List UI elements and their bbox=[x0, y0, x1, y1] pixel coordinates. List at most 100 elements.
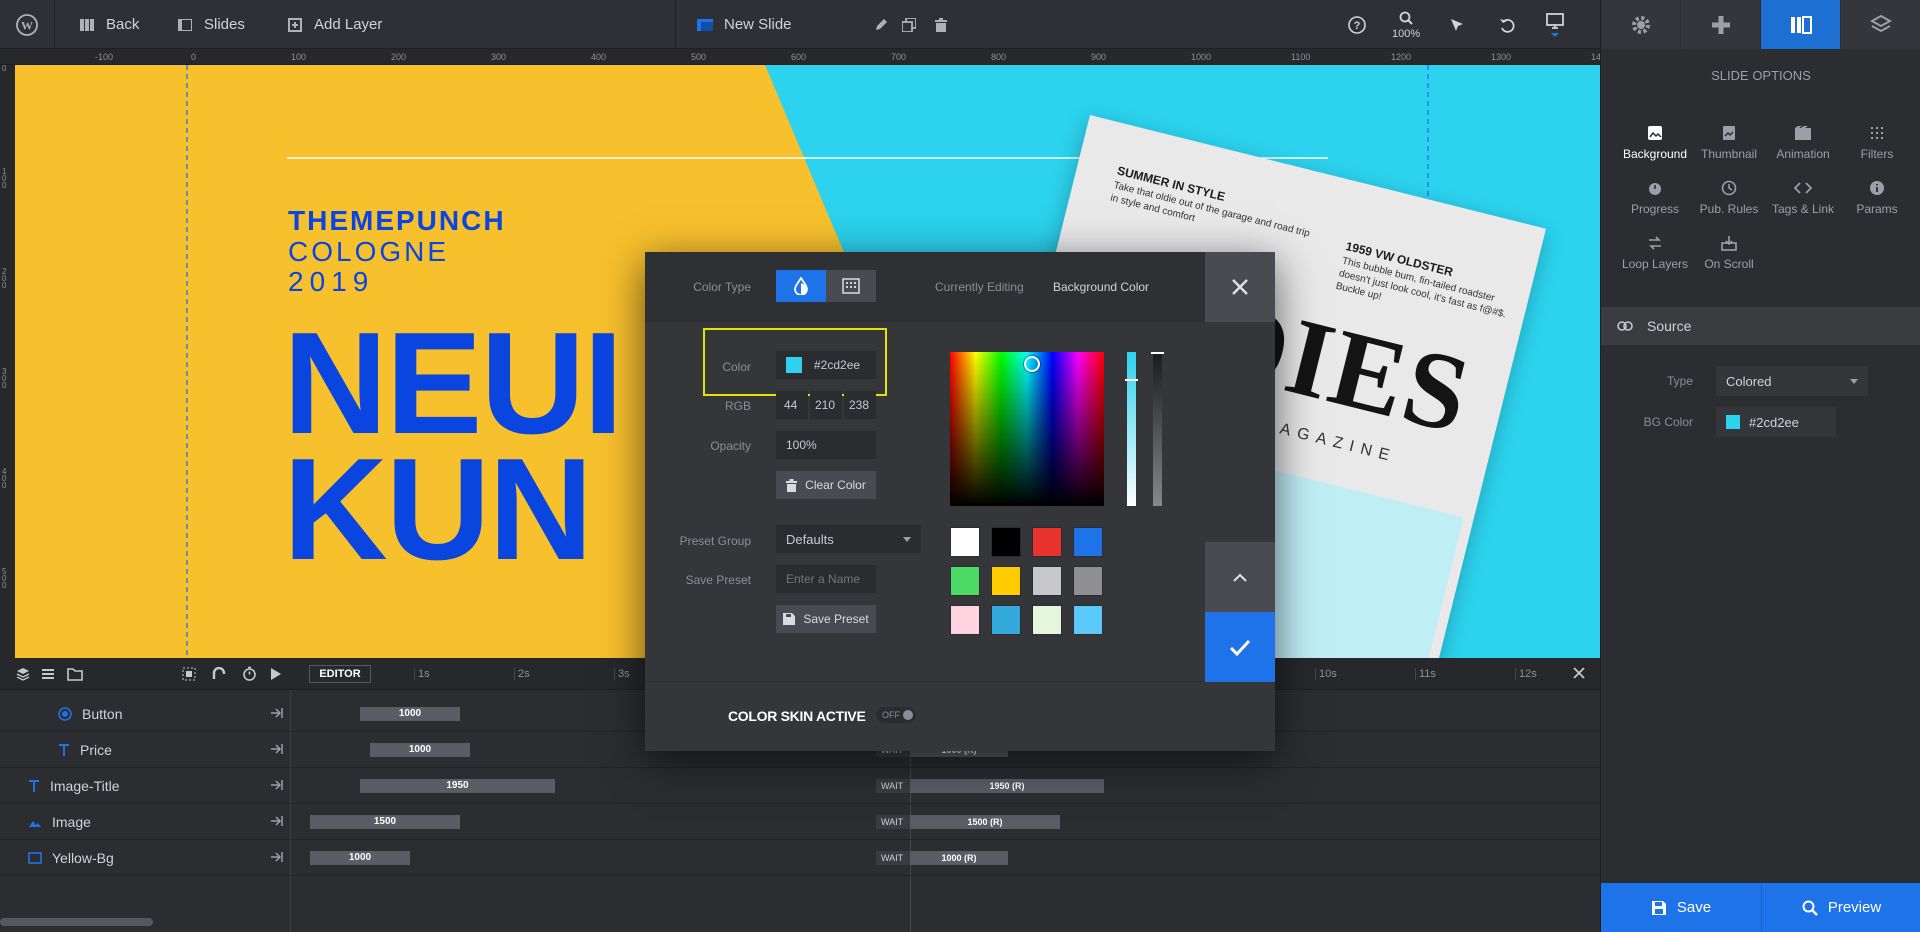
wait-bar[interactable]: WAIT 1950 (R) bbox=[876, 779, 1104, 793]
slide-title[interactable]: New Slide bbox=[696, 0, 792, 49]
layer-name[interactable]: Yellow-Bg bbox=[28, 840, 114, 876]
back-button[interactable]: Back bbox=[78, 0, 139, 49]
animation-bar[interactable]: 1000 bbox=[360, 707, 460, 721]
slide-option-progress[interactable]: Progress bbox=[1618, 177, 1692, 216]
slide-headline[interactable]: NEUI KUN bbox=[283, 311, 623, 582]
tab-layers[interactable] bbox=[1841, 0, 1920, 49]
layer-name[interactable]: Image-Title bbox=[28, 768, 120, 804]
opacity-slider-handle[interactable] bbox=[1151, 352, 1164, 354]
brand-logo[interactable]: THEMEPUNCH bbox=[288, 205, 506, 237]
color-picker-handle[interactable] bbox=[1024, 356, 1040, 372]
opacity-input[interactable]: 100% bbox=[776, 431, 876, 459]
preset-color-swatch[interactable] bbox=[991, 566, 1021, 596]
apply-color-button[interactable] bbox=[1205, 612, 1275, 682]
slide-option-filters[interactable]: Filters bbox=[1840, 122, 1914, 161]
jump-to-end-icon[interactable] bbox=[270, 815, 284, 827]
preset-color-swatch[interactable] bbox=[1032, 605, 1062, 635]
color-hex-input[interactable]: #2cd2ee bbox=[776, 351, 876, 379]
preset-color-swatch[interactable] bbox=[1032, 566, 1062, 596]
animation-bar[interactable]: 1000 bbox=[310, 851, 410, 865]
preset-color-swatch[interactable] bbox=[1073, 527, 1103, 557]
horizontal-scrollbar[interactable] bbox=[0, 918, 153, 926]
edit-slide-button[interactable] bbox=[872, 0, 890, 49]
close-dialog-button[interactable] bbox=[1205, 252, 1275, 322]
jump-to-end-icon[interactable] bbox=[270, 743, 284, 755]
save-preset-button[interactable]: Save Preset bbox=[776, 605, 876, 633]
help-button[interactable]: ? bbox=[1348, 0, 1366, 49]
animation-bar[interactable]: 1000 bbox=[370, 743, 470, 757]
preview-button[interactable]: Preview bbox=[1761, 883, 1920, 932]
zoom-button[interactable]: 100% bbox=[1392, 0, 1420, 49]
color-spectrum[interactable] bbox=[950, 352, 1104, 506]
green-input[interactable]: 210 bbox=[810, 391, 842, 419]
hue-slider-handle[interactable] bbox=[1125, 379, 1138, 381]
layers-icon[interactable] bbox=[16, 667, 30, 681]
slide-option-background[interactable]: Background bbox=[1618, 122, 1692, 161]
slide-option-loop-layers[interactable]: Loop Layers bbox=[1618, 232, 1692, 271]
list-icon[interactable] bbox=[41, 667, 55, 681]
slide-option-tags-link[interactable]: Tags & Link bbox=[1766, 177, 1840, 216]
red-input[interactable]: 44 bbox=[776, 391, 808, 419]
timeline-row[interactable]: Image-Title 1950 WAIT 1950 (R) bbox=[0, 768, 1600, 804]
slide-option-params[interactable]: Params bbox=[1840, 177, 1914, 216]
device-desktop-button[interactable] bbox=[1546, 0, 1564, 49]
layer-name[interactable]: Button bbox=[58, 696, 122, 732]
gradient-color-type-button[interactable] bbox=[826, 270, 876, 302]
play-icon[interactable] bbox=[270, 667, 282, 681]
preset-group-select[interactable]: Defaults bbox=[776, 525, 921, 553]
animation-bar[interactable]: 1500 bbox=[310, 815, 460, 829]
tab-settings[interactable] bbox=[1601, 0, 1681, 49]
source-section-header[interactable]: Source bbox=[1601, 307, 1920, 345]
preset-color-swatch[interactable] bbox=[1073, 566, 1103, 596]
layer-name[interactable]: Price bbox=[58, 732, 112, 768]
collapse-button[interactable] bbox=[1205, 542, 1275, 612]
preset-color-swatch[interactable] bbox=[950, 605, 980, 635]
color-skin-toggle[interactable]: OFF bbox=[876, 707, 916, 723]
save-button[interactable]: Save bbox=[1601, 883, 1761, 932]
slide-city-text[interactable]: COLOGNE bbox=[288, 236, 449, 268]
type-select[interactable]: Colored bbox=[1716, 366, 1868, 396]
slide-option-animation[interactable]: Animation bbox=[1766, 122, 1840, 161]
slide-option-on-scroll[interactable]: On Scroll bbox=[1692, 232, 1766, 271]
slide-option-thumbnail[interactable]: Thumbnail bbox=[1692, 122, 1766, 161]
preset-color-swatch[interactable] bbox=[950, 527, 980, 557]
animation-bar[interactable]: 1950 bbox=[360, 779, 555, 793]
clear-color-button[interactable]: Clear Color bbox=[776, 471, 876, 499]
duplicate-slide-button[interactable] bbox=[900, 0, 918, 49]
opacity-slider[interactable] bbox=[1151, 352, 1164, 506]
timeline-row[interactable]: Yellow-Bg 1000 WAIT 1000 (R) bbox=[0, 840, 1600, 876]
slide-year-text[interactable]: 2019 bbox=[288, 266, 374, 298]
bg-color-picker[interactable]: #2cd2ee bbox=[1716, 407, 1836, 437]
jump-to-end-icon[interactable] bbox=[270, 707, 284, 719]
preset-color-swatch[interactable] bbox=[1032, 527, 1062, 557]
magnet-icon[interactable] bbox=[212, 667, 226, 681]
blue-input[interactable]: 238 bbox=[844, 391, 876, 419]
preset-color-swatch[interactable] bbox=[991, 605, 1021, 635]
wordpress-logo[interactable]: W bbox=[10, 0, 44, 49]
folder-icon[interactable] bbox=[67, 667, 83, 681]
solid-color-type-button[interactable] bbox=[776, 270, 826, 302]
preset-name-input[interactable] bbox=[776, 565, 876, 593]
jump-to-end-icon[interactable] bbox=[270, 851, 284, 863]
wait-bar[interactable]: WAIT 1500 (R) bbox=[876, 815, 1060, 829]
preset-color-swatch[interactable] bbox=[991, 527, 1021, 557]
timeline-row[interactable]: Image 1500 WAIT 1500 (R) bbox=[0, 804, 1600, 840]
add-layer-button[interactable]: Add Layer bbox=[286, 0, 382, 49]
tab-navigation[interactable] bbox=[1681, 0, 1761, 49]
slide-option-pub-rules[interactable]: Pub. Rules bbox=[1692, 177, 1766, 216]
slides-button[interactable]: Slides bbox=[176, 0, 245, 49]
select-tool-button[interactable] bbox=[1448, 0, 1466, 49]
undo-button[interactable] bbox=[1498, 0, 1516, 49]
delete-slide-button[interactable] bbox=[932, 0, 950, 49]
editor-label[interactable]: EDITOR bbox=[309, 665, 371, 683]
preset-color-swatch[interactable] bbox=[950, 566, 980, 596]
layer-name[interactable]: Image bbox=[28, 804, 91, 840]
tab-slide-options[interactable] bbox=[1761, 0, 1841, 49]
grid-select-icon[interactable] bbox=[182, 667, 196, 681]
preset-color-swatch[interactable] bbox=[1073, 605, 1103, 635]
hue-slider[interactable] bbox=[1125, 352, 1138, 506]
close-timeline-icon[interactable] bbox=[1572, 666, 1586, 680]
stopwatch-icon[interactable] bbox=[242, 666, 257, 681]
jump-to-end-icon[interactable] bbox=[270, 779, 284, 791]
wait-bar[interactable]: WAIT 1000 (R) bbox=[876, 851, 1008, 865]
